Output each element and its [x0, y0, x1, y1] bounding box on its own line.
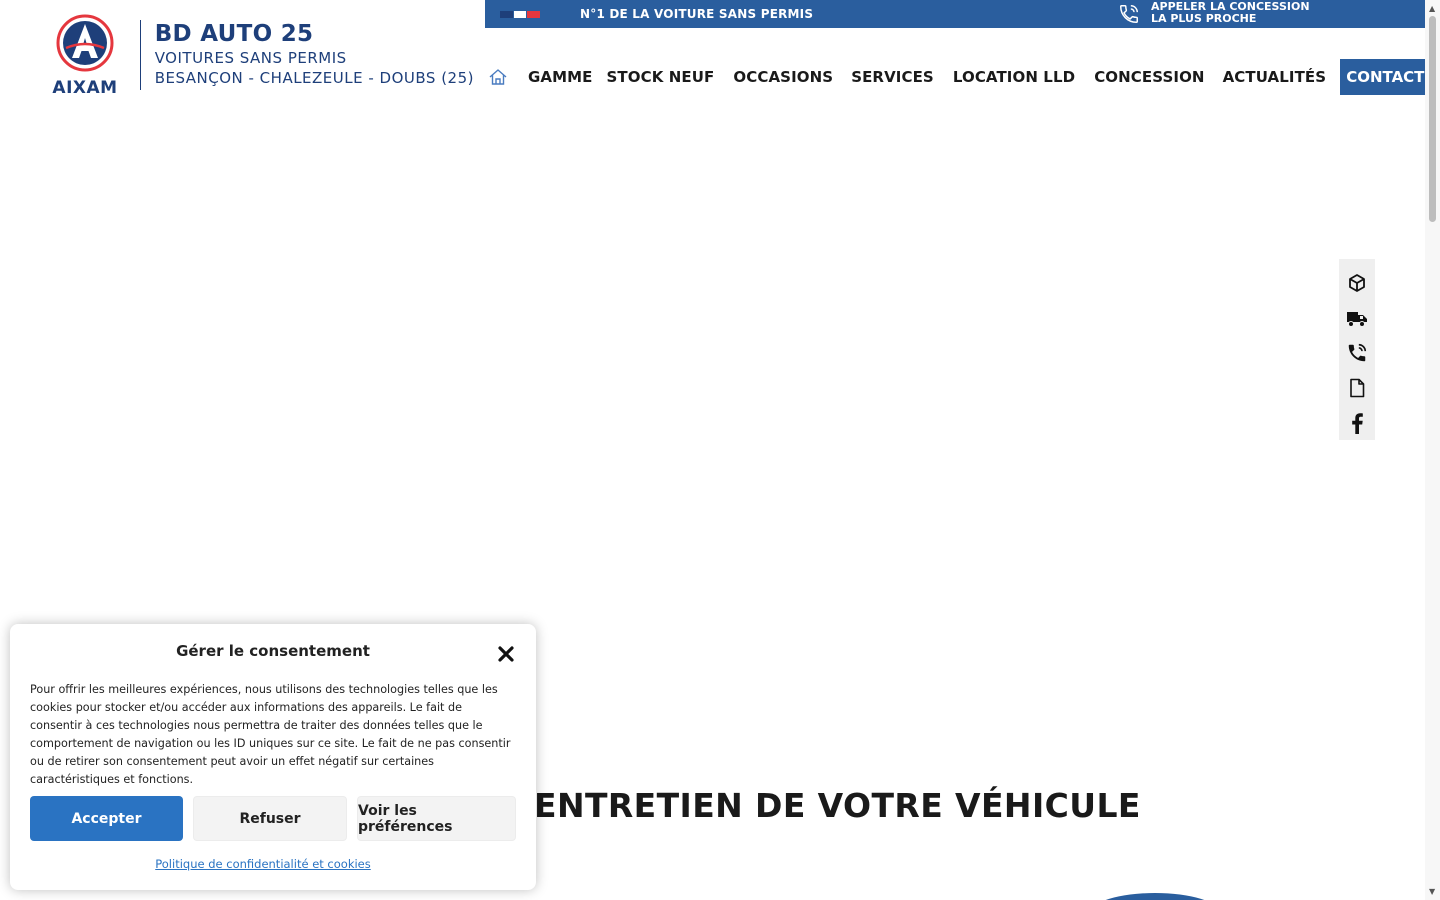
aixam-emblem-icon — [56, 14, 114, 72]
french-flag-icon — [500, 11, 541, 18]
close-icon[interactable] — [496, 644, 516, 664]
configurator-button[interactable] — [1339, 265, 1375, 300]
brand-text: BD AUTO 25 VOITURES SANS PERMIS BESANÇON… — [155, 14, 474, 88]
nav-item-concession[interactable]: CONCESSION — [1094, 68, 1204, 86]
brochure-button[interactable] — [1339, 370, 1375, 405]
call-line-2: LA PLUS PROCHE — [1151, 12, 1257, 25]
nav-item-stock-neuf[interactable]: STOCK NEUF — [607, 68, 715, 86]
logo-wordmark: AIXAM — [52, 78, 118, 98]
document-icon — [1350, 378, 1365, 397]
vehicle-image-partial — [1090, 893, 1220, 900]
privacy-policy-link[interactable]: Politique de confidentialité et cookies — [10, 857, 516, 871]
cube-icon — [1349, 273, 1365, 292]
scroll-up-arrow-icon[interactable]: ▲ — [1429, 4, 1435, 13]
nav-item-occasions[interactable]: OCCASIONS — [733, 68, 833, 86]
accept-button[interactable]: Accepter — [30, 796, 183, 841]
consent-text: Pour offrir les meilleures expériences, … — [30, 683, 511, 786]
nav-item-location-lld[interactable]: LOCATION LLD — [953, 68, 1075, 86]
nav-item-services[interactable]: SERVICES — [851, 68, 934, 86]
phone-icon[interactable] — [1118, 3, 1140, 25]
nav-item-gamme[interactable]: GAMME — [528, 68, 593, 86]
consent-modal: Gérer le consentement Pour offrir les me… — [10, 624, 536, 890]
top-bar: N°1 DE LA VOITURE SANS PERMIS APPELER LA… — [485, 0, 1425, 28]
tagline: N°1 DE LA VOITURE SANS PERMIS — [580, 7, 814, 21]
main-nav: GAMME STOCK NEUF OCCASIONS SERVICES LOCA… — [488, 59, 1431, 95]
phone-call-icon — [1348, 343, 1367, 361]
brand-block[interactable]: AIXAM BD AUTO 25 VOITURES SANS PERMIS BE… — [44, 14, 474, 100]
scroll-thumb[interactable] — [1429, 16, 1436, 222]
nav-item-actualites[interactable]: ACTUALITÉS — [1223, 68, 1327, 86]
scroll-down-arrow-icon[interactable]: ▼ — [1429, 887, 1435, 896]
dealer-location: BESANÇON - CHALEZEULE - DOUBS (25) — [154, 69, 474, 87]
call-dealer-link[interactable]: APPELER LA CONCESSION LA PLUS PROCHE — [1151, 1, 1310, 25]
preferences-button[interactable]: Voir les préférences — [357, 796, 516, 841]
dealer-name: BD AUTO 25 — [154, 21, 314, 47]
home-icon[interactable] — [488, 68, 508, 86]
scrollbar[interactable]: ▲ ▼ — [1425, 0, 1440, 900]
side-toolbar — [1339, 259, 1375, 440]
consent-title: Gérer le consentement — [176, 642, 370, 660]
aixam-logo[interactable]: AIXAM — [44, 14, 126, 98]
delivery-truck-icon — [1347, 311, 1367, 327]
contact-button[interactable]: CONTACT — [1340, 59, 1431, 95]
refuse-button[interactable]: Refuser — [193, 796, 347, 841]
section-title: ENTRETIEN DE VOTRE VÉHICULE — [534, 786, 1141, 825]
facebook-button[interactable] — [1339, 405, 1375, 440]
stock-button[interactable] — [1339, 300, 1375, 335]
brand-divider — [139, 20, 141, 90]
dealer-subtitle: VOITURES SANS PERMIS — [154, 49, 347, 67]
call-button[interactable] — [1339, 335, 1375, 370]
facebook-icon — [1352, 412, 1363, 434]
